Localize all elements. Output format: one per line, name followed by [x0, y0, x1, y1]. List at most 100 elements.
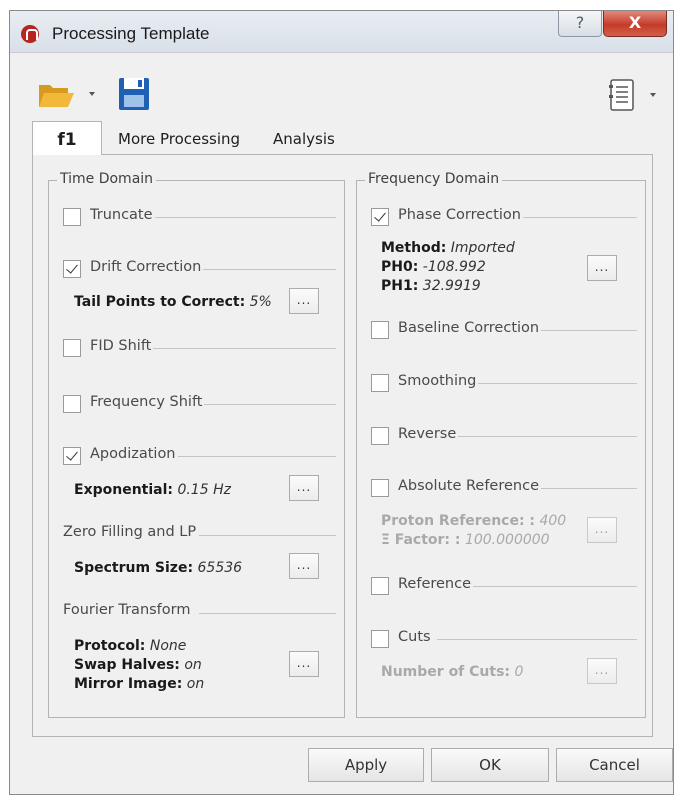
swap-halves-value: on — [184, 657, 202, 673]
zero-filling-label: Zero Filling and LP — [63, 524, 199, 540]
time-domain-group: Time Domain Truncate Drift Correction Ta… — [48, 171, 345, 718]
open-dropdown-arrow-icon[interactable] — [89, 92, 95, 96]
divider — [537, 330, 637, 331]
divider — [507, 217, 637, 218]
fid-shift-checkbox[interactable] — [63, 339, 81, 357]
time-domain-title: Time Domain — [57, 171, 157, 187]
exponential-value: 0.15 Hz — [177, 482, 231, 498]
phase-correction-checkbox[interactable] — [371, 208, 389, 226]
absolute-reference-settings-button[interactable]: ... — [587, 517, 617, 543]
ph0-value: -108.992 — [422, 259, 486, 275]
tab-bar: f1 More Processing Analysis — [32, 121, 652, 155]
smoothing-row: Smoothing — [357, 372, 645, 394]
divider — [437, 639, 637, 640]
truncate-checkbox[interactable] — [63, 208, 81, 226]
ok-button[interactable]: OK — [431, 748, 549, 782]
tail-points-value: 5% — [249, 294, 272, 310]
divider — [457, 436, 637, 437]
app-logo-icon — [21, 25, 39, 43]
absolute-reference-summary: Proton Reference: : 400 Ξ Factor: : 100.… — [381, 512, 577, 550]
frequency-domain-title: Frequency Domain — [365, 171, 503, 187]
drift-correction-label: Drift Correction — [90, 259, 204, 275]
apodization-checkbox[interactable] — [63, 447, 81, 465]
baseline-correction-checkbox[interactable] — [371, 321, 389, 339]
divider — [199, 404, 336, 405]
absolute-reference-checkbox[interactable] — [371, 479, 389, 497]
reverse-checkbox[interactable] — [371, 427, 389, 445]
frequency-shift-label: Frequency Shift — [90, 394, 205, 410]
spectrum-size-value: 65536 — [197, 560, 243, 576]
apodization-settings-button[interactable]: ... — [289, 475, 319, 501]
method-value: Imported — [450, 240, 515, 256]
cuts-row: Cuts — [357, 628, 645, 650]
fid-shift-row: FID Shift — [49, 337, 344, 359]
truncate-row: Truncate — [49, 206, 344, 228]
swap-halves-label: Swap Halves: — [74, 657, 180, 673]
zero-filling-row: Zero Filling and LP — [49, 524, 344, 546]
absolute-reference-row: Absolute Reference — [357, 477, 645, 499]
drift-correction-settings-button[interactable]: ... — [289, 288, 319, 314]
tab-f1[interactable]: f1 — [32, 121, 102, 155]
proton-reference-label: Proton Reference: : — [381, 513, 536, 529]
reference-row: Reference — [357, 575, 645, 597]
phase-correction-row: Phase Correction — [357, 206, 645, 228]
protocol-value: None — [149, 638, 187, 654]
reverse-label: Reverse — [398, 426, 459, 442]
mirror-image-label: Mirror Image: — [74, 676, 183, 692]
title-bar: Processing Template ? X — [10, 11, 673, 53]
baseline-correction-label: Baseline Correction — [398, 320, 542, 336]
cuts-checkbox[interactable] — [371, 630, 389, 648]
tab-content-panel: Time Domain Truncate Drift Correction Ta… — [32, 154, 653, 737]
frequency-domain-group: Frequency Domain Phase Correction Method… — [356, 171, 646, 718]
reference-label: Reference — [398, 576, 474, 592]
fourier-transform-label: Fourier Transform — [63, 602, 193, 618]
drift-correction-checkbox[interactable] — [63, 260, 81, 278]
window-title: Processing Template — [52, 24, 210, 43]
drift-correction-row: Drift Correction — [49, 258, 344, 280]
ph1-value: 32.9919 — [422, 278, 481, 294]
cuts-settings-button[interactable]: ... — [587, 658, 617, 684]
divider — [149, 348, 336, 349]
divider — [169, 456, 336, 457]
template-menu-arrow-icon[interactable] — [650, 93, 656, 97]
phase-correction-summary: Method: Imported PH0: -108.992 PH1: 32.9… — [381, 239, 515, 296]
fid-shift-label: FID Shift — [90, 338, 154, 354]
cancel-button[interactable]: Cancel — [556, 748, 673, 782]
number-of-cuts-setting: Number of Cuts: 0 — [381, 663, 523, 682]
divider — [199, 535, 336, 536]
tail-points-setting: Tail Points to Correct: 5% — [74, 293, 272, 312]
fourier-transform-row: Fourier Transform — [49, 602, 344, 624]
template-list-icon[interactable] — [608, 78, 636, 112]
phase-correction-label: Phase Correction — [398, 207, 523, 223]
smoothing-checkbox[interactable] — [371, 374, 389, 392]
ph1-label: PH1: — [381, 278, 419, 294]
truncate-label: Truncate — [90, 207, 155, 223]
phase-correction-settings-button[interactable]: ... — [587, 255, 617, 281]
tab-analysis[interactable]: Analysis — [273, 121, 335, 155]
open-folder-icon[interactable] — [38, 79, 76, 111]
apply-button[interactable]: Apply — [308, 748, 424, 782]
help-button[interactable]: ? — [558, 11, 602, 37]
divider — [537, 488, 637, 489]
frequency-shift-checkbox[interactable] — [63, 395, 81, 413]
zero-filling-settings-button[interactable]: ... — [289, 553, 319, 579]
close-button[interactable]: X — [603, 11, 667, 37]
divider — [199, 269, 336, 270]
tab-more-processing[interactable]: More Processing — [118, 121, 240, 155]
fourier-settings-summary: Protocol: None Swap Halves: on Mirror Im… — [74, 637, 204, 694]
number-of-cuts-value: 0 — [514, 664, 524, 680]
method-label: Method: — [381, 240, 447, 256]
xi-factor-label: Ξ Factor: : — [381, 532, 461, 548]
reference-checkbox[interactable] — [371, 577, 389, 595]
save-icon[interactable] — [118, 77, 150, 111]
xi-factor-value: 100.000000 — [464, 532, 550, 548]
exponential-label: Exponential: — [74, 482, 173, 498]
divider — [199, 613, 336, 614]
fourier-transform-settings-button[interactable]: ... — [289, 651, 319, 677]
ph0-label: PH0: — [381, 259, 419, 275]
spectrum-size-setting: Spectrum Size: 65536 — [74, 559, 242, 578]
proton-reference-value: 400 — [539, 513, 567, 529]
spectrum-size-label: Spectrum Size: — [74, 560, 194, 576]
absolute-reference-label: Absolute Reference — [398, 478, 541, 494]
divider — [149, 217, 336, 218]
